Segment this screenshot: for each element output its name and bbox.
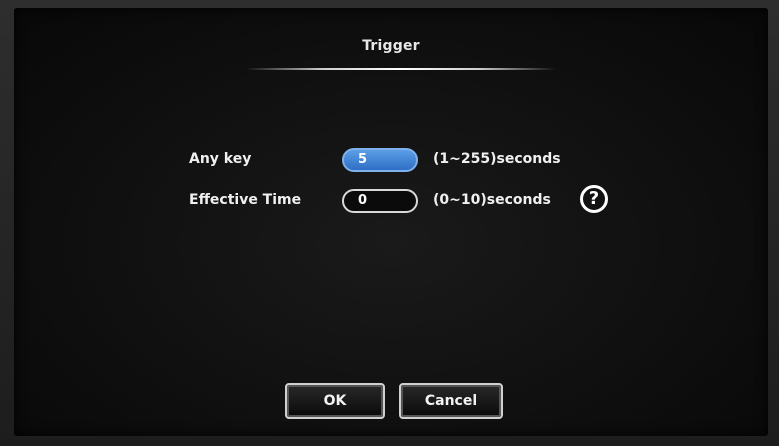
help-icon[interactable]: ? (580, 185, 608, 213)
dialog-title: Trigger (362, 38, 420, 54)
effective-time-label: Effective Time (189, 192, 302, 208)
trigger-dialog: Trigger Any key 5 (1~255)seconds Effecti… (14, 8, 768, 436)
any-key-range-label: (1~255)seconds (433, 151, 561, 167)
any-key-input[interactable]: 5 (342, 148, 418, 172)
cancel-button[interactable]: Cancel (399, 383, 503, 419)
ok-button[interactable]: OK (285, 383, 385, 419)
effective-time-range-label: (0~10)seconds (433, 192, 551, 208)
title-divider (246, 68, 556, 70)
effective-time-input[interactable]: 0 (342, 189, 418, 213)
any-key-label: Any key (189, 151, 252, 167)
